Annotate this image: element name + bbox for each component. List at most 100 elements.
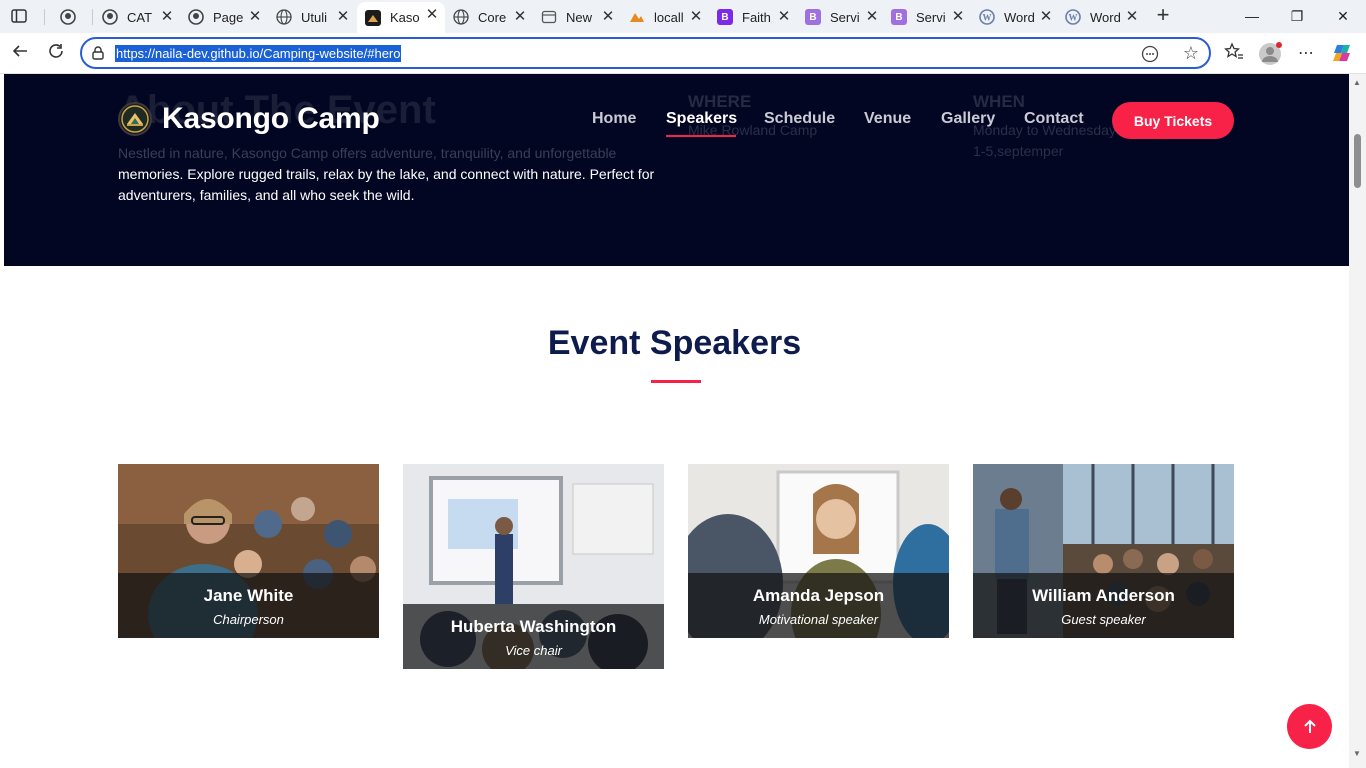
tab-label: Utuli [301,9,328,25]
tab-label: Servi [830,9,860,25]
buy-tickets-button[interactable]: Buy Tickets [1112,102,1234,139]
scrollbar-thumb[interactable] [1354,134,1361,188]
scroll-down-icon[interactable]: ▼ [1353,749,1361,758]
close-icon[interactable]: ✕ [334,8,352,26]
nav-speakers[interactable]: Speakers [666,110,737,128]
logo-text: Kasongo Camp [162,102,380,135]
tab-word-2[interactable]: W Word ✕ [1057,4,1145,30]
tab-utuli[interactable]: Utuli ✕ [268,4,356,30]
speaker-card-william-anderson[interactable]: William Anderson Guest speaker [973,464,1234,638]
back-to-top-button[interactable] [1287,704,1332,749]
close-icon[interactable]: ✕ [863,8,881,26]
github-icon [60,9,76,25]
address-bar-row: https://naila-dev.github.io/Camping-webs… [0,33,1366,74]
copilot-icon[interactable] [1331,42,1355,66]
speaker-name: William Anderson [1032,586,1175,605]
scroll-up-icon[interactable]: ▲ [1353,78,1361,87]
wordpress-icon: W [979,9,995,25]
nav-home[interactable]: Home [592,110,636,128]
svg-text:W: W [983,13,992,23]
tab-label: New [566,9,593,25]
tab-github-1[interactable] [50,4,88,30]
kasongo-logo-icon [118,102,152,136]
close-icon[interactable]: ✕ [599,8,617,26]
tab-label: Word [1090,9,1121,25]
tab-faith[interactable]: B Faith ✕ [709,4,797,30]
close-icon[interactable]: ✕ [511,8,529,26]
speaker-card-huberta-washington[interactable]: Huberta Washington Vice chair [403,464,664,669]
speaker-role: Guest speaker [1061,612,1146,627]
about-text-visible: memories. Explore rugged trails, relax b… [118,166,655,203]
speaker-name: Amanda Jepson [752,586,885,605]
close-icon[interactable]: ✕ [1123,8,1141,26]
nav-schedule[interactable]: Schedule [764,110,835,128]
reader-icon[interactable] [1141,45,1159,63]
url-text[interactable]: https://naila-dev.github.io/Camping-webs… [115,45,402,62]
tab-core[interactable]: Core ✕ [445,4,533,30]
url-field[interactable]: https://naila-dev.github.io/Camping-webs… [80,37,1211,69]
kasongo-icon [365,9,381,26]
close-icon[interactable]: ✕ [158,8,176,26]
page-scrollbar[interactable]: ▲ ▼ [1349,74,1366,768]
favorite-star-icon[interactable]: ☆ [1183,43,1199,64]
page-viewport: About The Event Nestled in nature, Kason… [0,74,1349,768]
reload-button[interactable] [44,42,68,66]
hero-section: About The Event Nestled in nature, Kason… [4,74,1349,266]
nav-gallery[interactable]: Gallery [941,110,995,128]
tab-separator [92,9,93,25]
tab-new[interactable]: New ✕ [533,4,621,30]
tab-label: locall [654,9,684,25]
back-button[interactable] [8,42,32,66]
speaker-role: Motivational speaker [758,612,879,627]
nav-venue[interactable]: Venue [864,110,911,128]
site-logo[interactable]: Kasongo Camp [118,102,380,136]
tab-label: Faith [742,9,771,25]
tab-localhost[interactable]: locall ✕ [621,4,709,30]
tab-label: Kaso [390,10,420,25]
speaker-card-jane-white[interactable]: Jane White Chairperson [118,464,379,638]
close-icon[interactable]: ✕ [423,6,441,24]
tab-word-1[interactable]: W Word ✕ [971,4,1059,30]
tab-label: CAT [127,9,153,25]
close-icon[interactable]: ✕ [775,8,793,26]
minimize-button[interactable]: — [1240,5,1264,27]
github-icon [188,9,204,25]
speaker-role: Vice chair [505,643,562,658]
newtab-icon [541,9,557,25]
tab-servi-2[interactable]: B Servi ✕ [883,4,971,30]
speaker-card-amanda-jepson[interactable]: Amanda Jepson Motivational speaker [688,464,949,638]
svg-text:W: W [1069,13,1078,23]
bootstrap-icon: B [717,9,733,25]
github-icon [102,9,118,25]
tab-bar: CAT ✕ Page ✕ Utuli ✕ Kaso ✕ Core ✕ New ✕… [0,0,1366,33]
section-title-underline [651,380,701,383]
speaker-role: Chairperson [213,612,284,627]
tab-servi-1[interactable]: B Servi ✕ [797,4,885,30]
tab-cat[interactable]: CAT ✕ [94,4,180,30]
when-label: WHEN [973,92,1025,111]
about-text-faded: Nestled in nature, Kasongo Camp offers a… [118,145,617,161]
restore-button[interactable]: ❐ [1285,5,1309,27]
globe-icon [276,9,292,25]
more-menu-icon[interactable]: ⋯ [1294,42,1318,66]
sidebar-toggle-icon[interactable] [8,6,30,26]
wordpress-icon: W [1065,9,1081,25]
close-icon[interactable]: ✕ [949,8,967,26]
close-icon[interactable]: ✕ [1037,8,1055,26]
lock-icon[interactable] [90,45,106,61]
tab-label: Page [213,9,244,25]
close-icon[interactable]: ✕ [687,8,705,26]
favorites-icon[interactable] [1222,42,1246,66]
new-tab-button[interactable]: + [1152,4,1174,27]
tab-kasongo-active[interactable]: Kaso ✕ [357,2,445,33]
close-icon[interactable]: ✕ [246,8,264,26]
nav-active-underline [666,135,736,137]
nav-contact[interactable]: Contact [1024,110,1084,128]
tab-page[interactable]: Page ✕ [180,4,268,30]
pma-icon [629,9,645,25]
about-event-text: Nestled in nature, Kasongo Camp offers a… [118,143,678,206]
tab-label: Servi [916,9,946,25]
tab-separator [44,9,45,25]
window-close-button[interactable]: ✕ [1331,5,1355,27]
profile-avatar[interactable] [1258,42,1282,66]
